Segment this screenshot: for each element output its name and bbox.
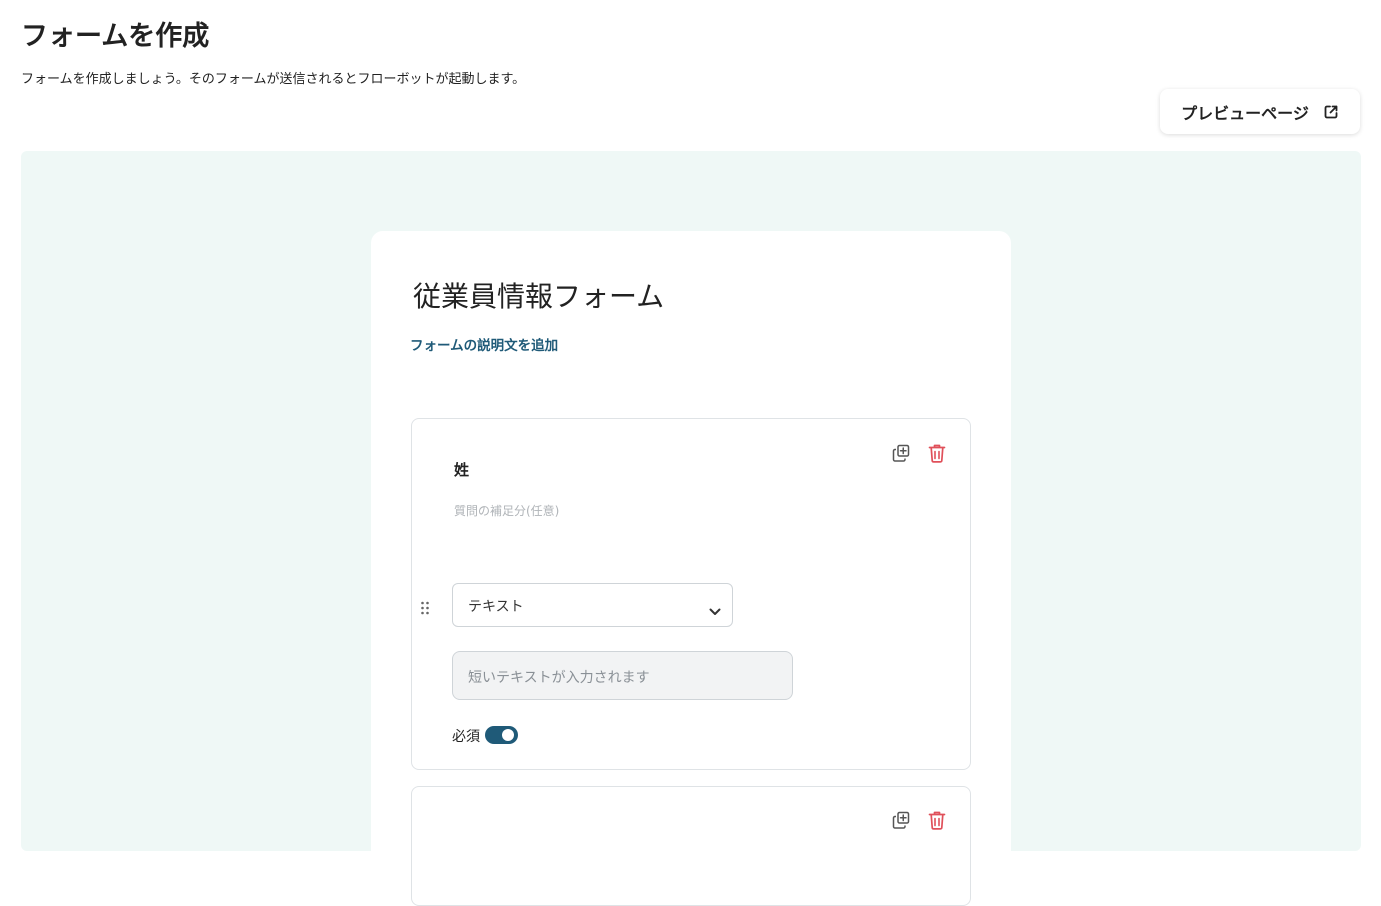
trash-icon[interactable] [928, 443, 946, 467]
preview-page-button[interactable]: プレビューページ [1160, 89, 1360, 134]
external-link-icon [1323, 104, 1339, 120]
page-subtitle: フォームを作成しましょう。そのフォームが送信されるとフローボットが起動します。 [21, 72, 526, 87]
chevron-down-icon [709, 601, 721, 620]
question-card: 姓 質問の補足分(任意) テキスト 短いテキストが入力されます 必須 [411, 418, 971, 770]
drag-handle-icon[interactable] [420, 600, 430, 619]
question-hint-input[interactable]: 質問の補足分(任意) [454, 502, 559, 519]
copy-icon[interactable] [892, 811, 910, 833]
question-card [411, 786, 971, 906]
trash-icon[interactable] [928, 810, 946, 834]
answer-preview-field: 短いテキストが入力されます [452, 651, 793, 700]
copy-icon[interactable] [892, 444, 910, 466]
form-card: 従業員情報フォーム フォームの説明文を追加 姓 質問の補足分(任意) テキスト … [371, 231, 1011, 906]
question-type-value: テキスト [468, 599, 524, 615]
add-description-link[interactable]: フォームの説明文を追加 [410, 334, 558, 354]
required-toggle[interactable] [485, 726, 518, 744]
page-title: フォームを作成 [21, 21, 210, 52]
question-label[interactable]: 姓 [454, 459, 469, 480]
required-label: 必須 [452, 729, 480, 745]
preview-button-label: プレビューページ [1181, 103, 1309, 123]
form-title[interactable]: 従業員情報フォーム [413, 275, 664, 315]
answer-preview-placeholder: 短いテキストが入力されます [468, 670, 650, 686]
question-type-select[interactable]: テキスト [452, 583, 733, 627]
toggle-knob [502, 729, 514, 741]
